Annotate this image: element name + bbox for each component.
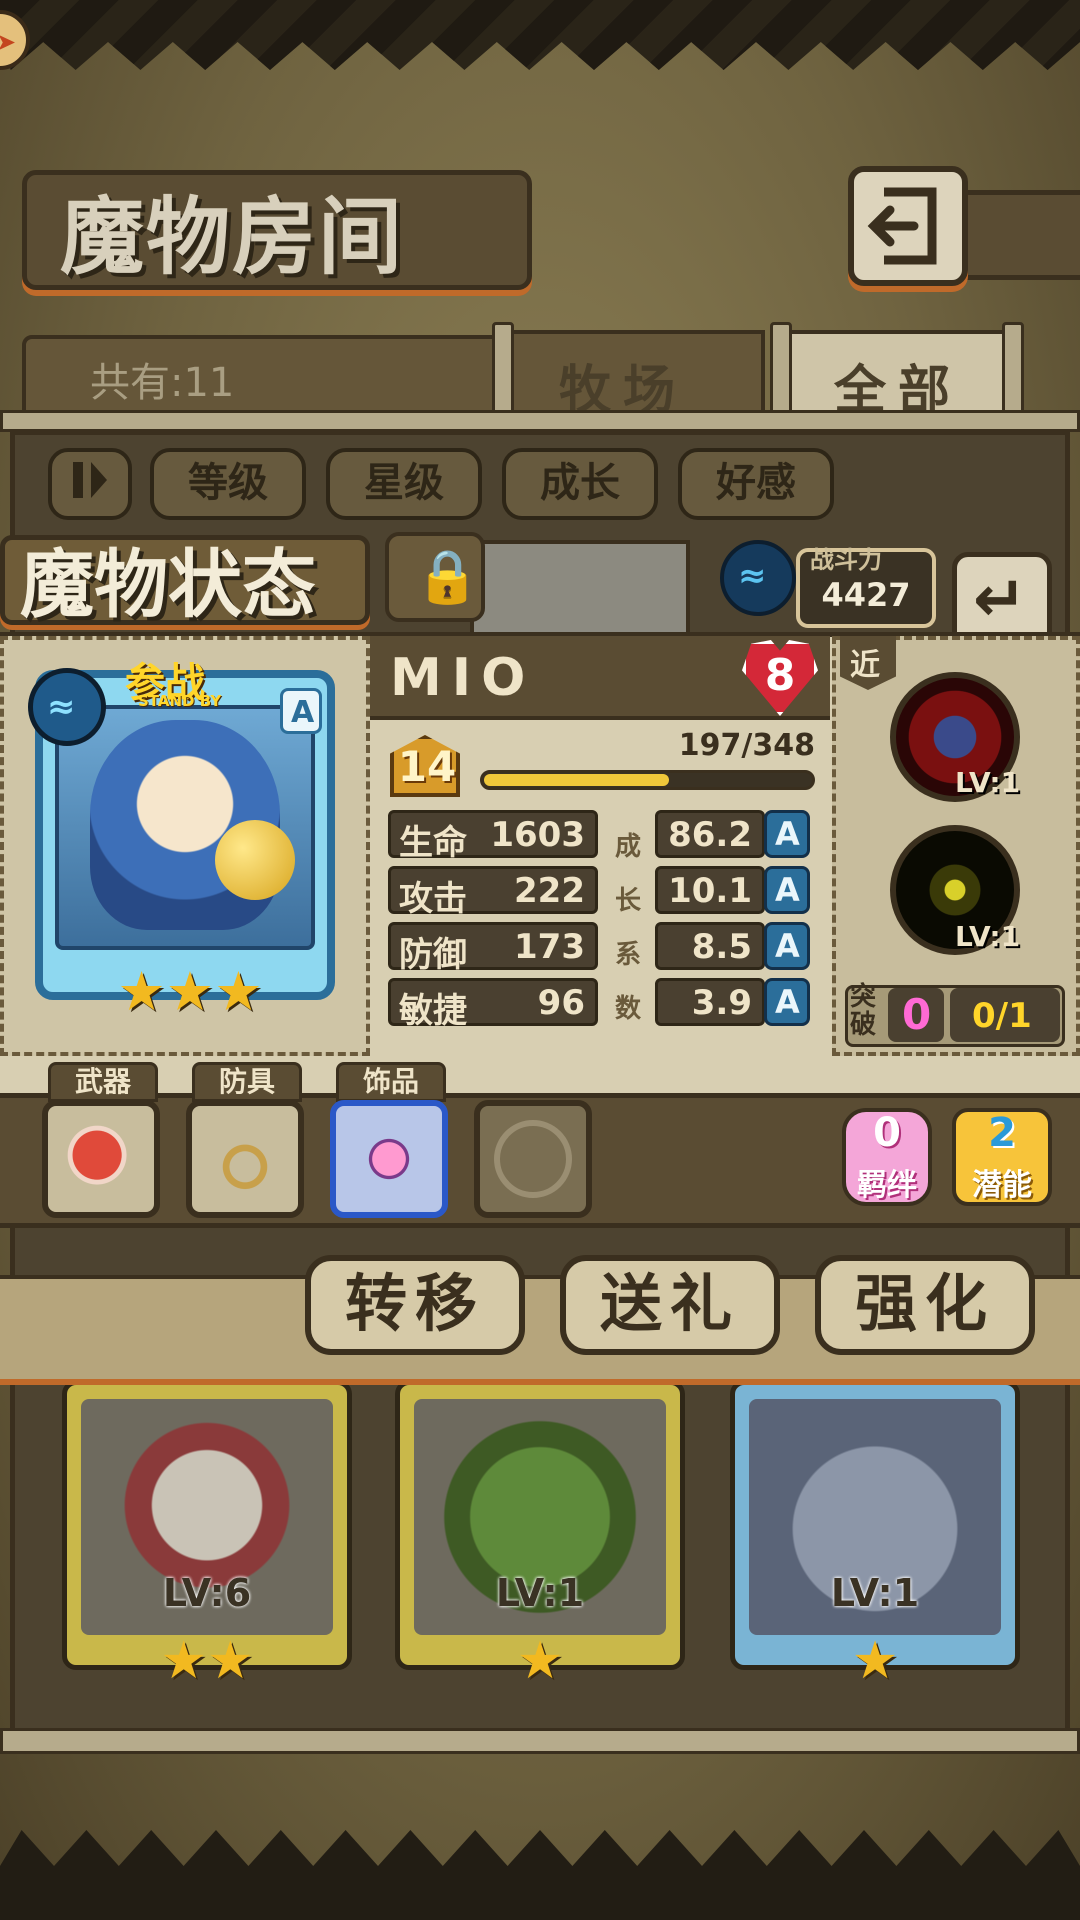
card-stars: ★ [851, 1631, 899, 1691]
card-level: LV:1 [830, 1571, 920, 1615]
stat-value: 96 [537, 983, 585, 1023]
weapon-slot[interactable] [42, 1100, 160, 1218]
back-button[interactable] [848, 166, 968, 286]
stat-row-agility: 敏捷 96 [388, 978, 598, 1031]
pause-icon [73, 462, 107, 498]
transfer-button[interactable]: 转移 [305, 1255, 525, 1355]
growth-value: 3.9 [691, 983, 752, 1023]
helmet-icon [206, 1120, 284, 1198]
slot-label-accessory: 饰品 [336, 1062, 446, 1102]
return-arrow-icon: ↵ [973, 563, 1027, 637]
monster-count: 共有:11 [90, 360, 235, 406]
stat-row-hp: 生命 1603 [388, 810, 598, 863]
growth-value: 10.1 [668, 871, 752, 911]
stat-name: 生命 [399, 823, 467, 863]
skill-level: LV:1 [955, 766, 1021, 799]
stat-name: 防御 [399, 935, 467, 975]
growth-row: 10.1 [655, 866, 765, 914]
power-value: 4427 [821, 576, 911, 614]
growth-row: 86.2 [655, 810, 765, 858]
stat-name: 攻击 [399, 879, 467, 919]
water-element-icon: ≈ [28, 668, 106, 746]
meat-icon [62, 1120, 140, 1198]
card-level: LV:1 [495, 1571, 585, 1615]
pause-sort-button[interactable] [48, 448, 132, 520]
breakthrough-label: 突破 [850, 982, 877, 1040]
stat-value: 1603 [490, 815, 585, 855]
exp-text: 197/348 [678, 728, 815, 763]
card-stars: ★ [516, 1631, 564, 1691]
accessory-slot[interactable] [330, 1100, 448, 1218]
monster-level: 14 [397, 742, 457, 791]
skill-level: LV:1 [955, 920, 1021, 953]
card-stars: ★★ [160, 1631, 254, 1691]
stat-row-attack: 攻击 222 [388, 866, 598, 919]
stat-value: 173 [514, 927, 585, 967]
monster-card[interactable]: LV:1 ★ [395, 1380, 685, 1691]
growth-label: 系 [615, 940, 642, 970]
monster-name: MIO [390, 648, 536, 708]
water-element-icon: ≈ [720, 540, 796, 616]
grade-badge: A [280, 688, 322, 734]
potential-count: 2 [988, 1110, 1016, 1156]
growth-row: 3.9 [655, 978, 765, 1026]
stat-row-defense: 防御 173 [388, 922, 598, 975]
growth-grade-badge: A [764, 978, 810, 1026]
bond-level: 8 [764, 650, 796, 701]
growth-label: 成 [615, 832, 642, 862]
monster-card[interactable]: LV:1 ★ [730, 1380, 1020, 1691]
bottom-border [0, 1830, 1080, 1920]
monster-card[interactable]: LV:6 ★★ [62, 1380, 352, 1691]
slot-label-armor: 防具 [192, 1062, 302, 1102]
potential-label: 潜能 [972, 1168, 1032, 1203]
background-card [470, 540, 690, 640]
sort-growth-button[interactable]: 成长 [502, 448, 658, 520]
card-level: LV:6 [162, 1571, 252, 1615]
stat-name: 敏捷 [399, 991, 467, 1031]
sort-level-button[interactable]: 等级 [150, 448, 306, 520]
bond-count: 0 [873, 1110, 901, 1156]
modal-title: 魔物状态 [20, 542, 316, 628]
slot-label-weapon: 武器 [48, 1062, 158, 1102]
standby-sublabel: STAND BY [138, 692, 222, 710]
growth-label: 长 [615, 886, 642, 916]
list-bottom-rail [0, 1728, 1080, 1754]
arrow-icon: ➤ [0, 28, 17, 56]
bond-label: 羁绊 [857, 1168, 917, 1203]
armor-slot[interactable] [186, 1100, 304, 1218]
growth-grade-badge: A [764, 866, 810, 914]
header-right-plate [960, 190, 1080, 280]
power-label: 战斗力 [810, 546, 882, 574]
tab-divider [492, 322, 514, 422]
growth-grade-badge: A [764, 922, 810, 970]
growth-grade-badge: A [764, 810, 810, 858]
sort-star-button[interactable]: 星级 [326, 448, 482, 520]
return-icon [867, 187, 937, 265]
tabs-rail [0, 410, 1080, 432]
stat-value: 222 [514, 871, 585, 911]
lock-icon: 🔒 [415, 547, 480, 607]
exp-bar-fill [484, 774, 669, 786]
breakthrough-progress: 0/1 [950, 988, 1060, 1042]
star-rating: ★★★ [117, 960, 263, 1023]
locked-slot [474, 1100, 592, 1218]
growth-value: 8.5 [691, 927, 752, 967]
growth-label: 数 [615, 994, 642, 1024]
bell-icon [215, 820, 295, 900]
sort-affection-button[interactable]: 好感 [678, 448, 834, 520]
enhance-button[interactable]: 强化 [815, 1255, 1035, 1355]
empty-slot-icon [494, 1120, 572, 1198]
breakthrough-count: 0 [888, 988, 944, 1042]
growth-row: 8.5 [655, 922, 765, 970]
growth-value: 86.2 [668, 815, 752, 855]
tab-divider [770, 322, 792, 422]
heart-ring-icon [350, 1120, 428, 1198]
lock-button[interactable]: 🔒 [385, 532, 485, 622]
tab-divider [1002, 322, 1024, 422]
page-title: 魔物房间 [60, 188, 405, 286]
gift-button[interactable]: 送礼 [560, 1255, 780, 1355]
